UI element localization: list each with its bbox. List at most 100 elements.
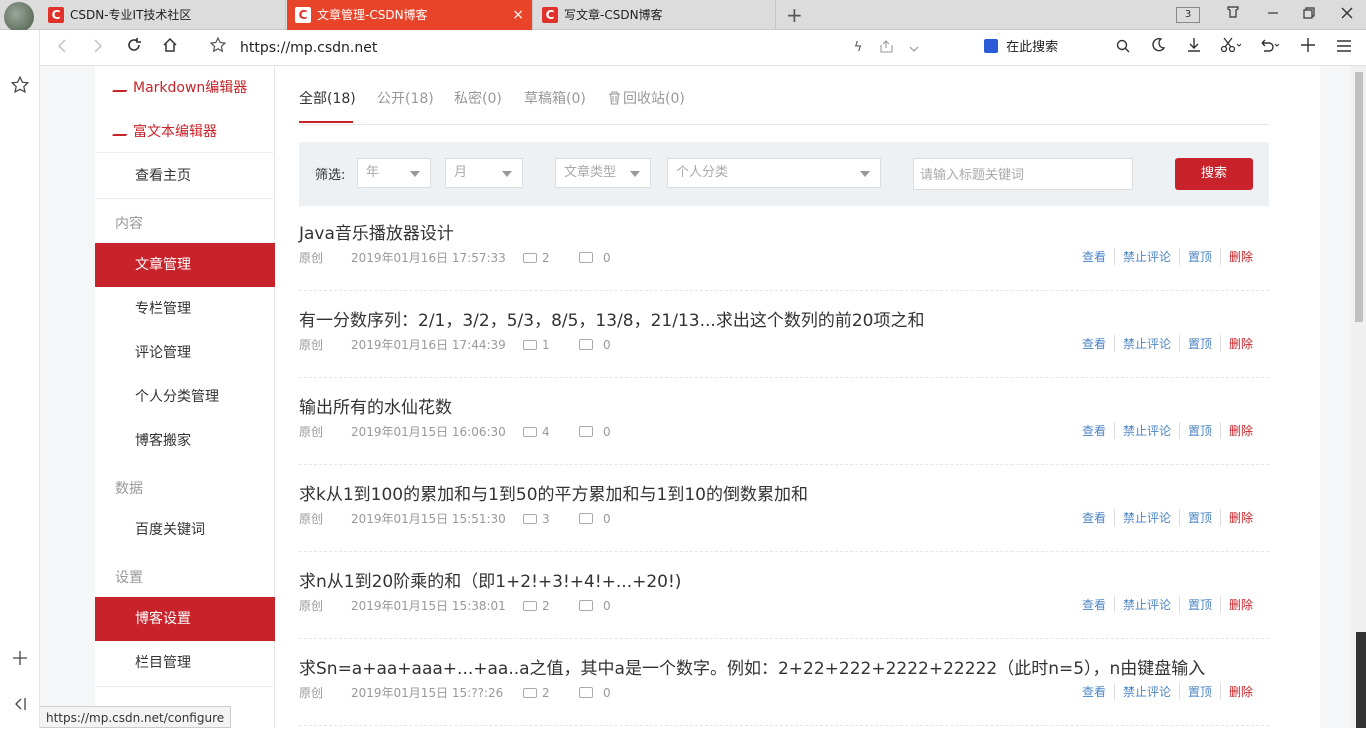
view-button[interactable]: 查看 (1074, 596, 1114, 613)
sidebar-item-category-management[interactable]: 个人分类管理 (95, 375, 275, 419)
delete-button[interactable]: 删除 (1219, 683, 1261, 700)
filter-bar: 筛选: 年 月 文章类型 个人分类 搜索 (299, 142, 1269, 206)
search-icon[interactable] (1112, 30, 1134, 66)
keyword-search-input[interactable] (913, 158, 1133, 190)
delete-button[interactable]: 删除 (1219, 248, 1261, 265)
pin-button[interactable]: 置顶 (1178, 683, 1220, 700)
month-select[interactable]: 月 (445, 158, 523, 188)
shirt-skin-icon[interactable] (1216, 0, 1250, 30)
close-tab-icon[interactable]: × (512, 0, 524, 30)
undo-icon[interactable] (1254, 30, 1284, 66)
sidebar-item-blog-settings[interactable]: 博客设置 (95, 597, 275, 641)
delete-button[interactable]: 删除 (1219, 422, 1261, 439)
search-button[interactable]: 搜索 (1175, 158, 1253, 190)
favorites-star-icon[interactable] (0, 75, 40, 99)
disable-comment-button[interactable]: 禁止评论 (1113, 683, 1179, 700)
category-select[interactable]: 个人分类 (667, 158, 881, 188)
view-button[interactable]: 查看 (1074, 248, 1114, 265)
disable-comment-button[interactable]: 禁止评论 (1113, 248, 1179, 265)
editor-label: 富文本编辑器 (133, 124, 217, 140)
scissors-icon[interactable] (1216, 30, 1246, 66)
tab-csdn-home[interactable]: C CSDN-专业IT技术社区 (40, 0, 286, 30)
chevron-down-icon (860, 171, 870, 177)
year-select[interactable]: 年 (357, 158, 431, 188)
pin-button[interactable]: 置顶 (1178, 509, 1220, 526)
tab-article-management[interactable]: C 文章管理-CSDN博客 × (287, 0, 533, 30)
moon-icon[interactable] (1146, 30, 1170, 66)
view-button[interactable]: 查看 (1074, 509, 1114, 526)
plus-icon[interactable] (1296, 30, 1320, 66)
forward-icon[interactable] (86, 30, 110, 66)
reload-icon[interactable] (122, 30, 146, 66)
chevron-down-icon[interactable] (904, 30, 924, 66)
tab-private[interactable]: 私密(0) (454, 88, 502, 108)
sidebar-item-comment-management[interactable]: 评论管理 (95, 331, 275, 375)
disable-comment-button[interactable]: 禁止评论 (1113, 509, 1179, 526)
sidebar-item-baidu-keywords[interactable]: 百度关键词 (95, 508, 275, 552)
tab-write-article[interactable]: C 写文章-CSDN博客 (534, 0, 776, 30)
sidebar-item-blog-migration[interactable]: 博客搬家 (95, 419, 275, 463)
bookmark-star-icon[interactable] (206, 30, 230, 66)
user-avatar[interactable] (4, 2, 34, 32)
menu-icon[interactable] (1332, 30, 1356, 66)
tab-count-badge[interactable]: 3 (1176, 7, 1200, 23)
sidebar-item-column-management[interactable]: 专栏管理 (95, 287, 275, 331)
article-title[interactable]: Java音乐播放器设计 (299, 219, 454, 244)
disable-comment-button[interactable]: 禁止评论 (1113, 596, 1179, 613)
home-icon[interactable] (158, 30, 182, 66)
pin-button[interactable]: 置顶 (1178, 248, 1220, 265)
tab-drafts[interactable]: 草稿箱(0) (524, 88, 586, 108)
minimize-icon[interactable] (1256, 0, 1290, 30)
share-icon[interactable] (876, 30, 896, 66)
new-tab-icon[interactable]: + (786, 2, 803, 28)
delete-button[interactable]: 删除 (1219, 509, 1261, 526)
article-comments: 0 (579, 425, 611, 439)
collapse-sidebar-icon[interactable] (0, 696, 40, 717)
search-box[interactable]: 在此搜索 (984, 30, 1058, 66)
delete-button[interactable]: 删除 (1219, 596, 1261, 613)
pin-button[interactable]: 置顶 (1178, 335, 1220, 352)
view-button[interactable]: 查看 (1074, 422, 1114, 439)
add-side-icon[interactable] (0, 650, 40, 671)
page-scrollbar[interactable] (1351, 66, 1366, 728)
view-count: 3 (542, 512, 550, 526)
article-actions: 查看 禁止评论 置顶 删除 (1074, 596, 1261, 613)
view-count: 2 (542, 599, 550, 613)
article-actions: 查看 禁止评论 置顶 删除 (1074, 335, 1261, 352)
disable-comment-button[interactable]: 禁止评论 (1113, 422, 1179, 439)
article-type-select[interactable]: 文章类型 (555, 158, 651, 188)
tab-recycle-bin[interactable]: 回收站(0) (608, 88, 685, 108)
comment-icon (579, 513, 593, 524)
pin-button[interactable]: 置顶 (1178, 422, 1220, 439)
tab-public[interactable]: 公开(18) (377, 88, 434, 108)
view-button[interactable]: 查看 (1074, 683, 1114, 700)
back-icon[interactable] (50, 30, 74, 66)
comment-count: 0 (603, 599, 611, 613)
view-button[interactable]: 查看 (1074, 335, 1114, 352)
restore-icon[interactable] (1292, 0, 1326, 30)
comment-count: 0 (603, 251, 611, 265)
lightning-icon[interactable]: ϟ (848, 30, 868, 66)
tab-all[interactable]: 全部(18) (299, 88, 356, 108)
scrollbar-thumb[interactable] (1355, 72, 1363, 322)
comment-count: 0 (603, 686, 611, 700)
article-title[interactable]: 求k从1到100的累加和与1到50的平方累加和与1到10的倒数累加和 (299, 480, 808, 505)
article-title[interactable]: 输出所有的水仙花数 (299, 393, 452, 418)
article-title[interactable]: 求Sn=a+aa+aaa+...+aa..a之值，其中a是一个数字。例如：2+2… (299, 654, 1205, 679)
disable-comment-button[interactable]: 禁止评论 (1113, 335, 1179, 352)
article-title[interactable]: 求n从1到20阶乘的和（即1+2!+3!+4!+...+20!) (299, 567, 681, 592)
delete-button[interactable]: 删除 (1219, 335, 1261, 352)
sidebar-item-article-management[interactable]: 文章管理 (95, 243, 275, 287)
article-type: 原创 (299, 599, 324, 613)
article-type: 原创 (299, 686, 324, 700)
rich-text-editor-link[interactable]: 富文本编辑器 (112, 121, 217, 141)
article-title[interactable]: 有一分数序列：2/1，3/2，5/3，8/5，13/8，21/13...求出这个… (299, 306, 924, 331)
sidebar-item-home[interactable]: 查看主页 (95, 154, 275, 198)
download-icon[interactable] (1182, 30, 1206, 66)
markdown-editor-link[interactable]: Markdown编辑器 (112, 77, 247, 97)
address-bar[interactable]: https://mp.csdn.net (240, 30, 377, 66)
sidebar-item-column-settings[interactable]: 栏目管理 (95, 641, 275, 685)
csdn-logo-icon: C (48, 7, 64, 23)
close-window-icon[interactable] (1330, 0, 1364, 30)
pin-button[interactable]: 置顶 (1178, 596, 1220, 613)
